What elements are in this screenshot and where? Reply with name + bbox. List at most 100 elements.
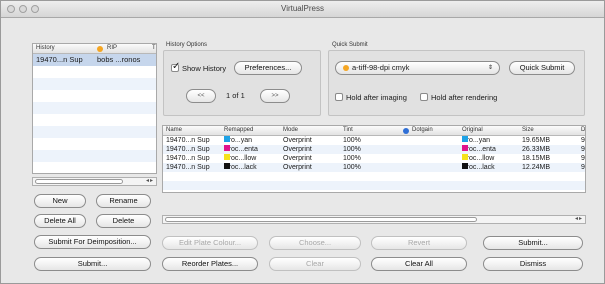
history-empty-row xyxy=(33,102,156,114)
separation-remapped-cell: Proc...llow xyxy=(224,154,256,163)
separation-row[interactable]: 19470...n Sup Proc...enta Overprint 100% Pro… xyxy=(163,145,585,154)
history-row[interactable]: 19470...n Sup bobs ...ronos xyxy=(33,54,156,66)
separation-empty-row xyxy=(163,181,585,190)
separation-d-cell: 9 xyxy=(581,163,585,172)
show-history-checkbox[interactable]: ✓ xyxy=(171,61,181,72)
separation-mode-cell: Overprint xyxy=(283,154,312,163)
history-column-header[interactable]: History xyxy=(36,45,55,51)
preferences-button[interactable]: Preferences... xyxy=(234,61,302,75)
reorder-plates-button[interactable]: Reorder Plates... xyxy=(162,257,258,271)
revert-button[interactable]: Revert xyxy=(371,236,467,250)
separation-d-cell: 9 xyxy=(581,154,585,163)
separation-size-cell-text: 19.65MB xyxy=(522,137,551,144)
separation-mode-cell: Overprint xyxy=(283,145,312,154)
show-history-label[interactable]: Show History xyxy=(182,64,226,73)
rename-button[interactable]: Rename xyxy=(96,194,151,208)
choose-button[interactable]: Choose... xyxy=(269,236,361,250)
separation-name-cell-text: 19470...n Sup xyxy=(166,164,210,171)
separation-mode-cell-text: Overprint xyxy=(283,155,312,162)
tint-column-header[interactable]: Tint xyxy=(343,127,353,133)
delete-all-button[interactable]: Delete All xyxy=(34,214,86,228)
separation-d-cell-text: 9 xyxy=(581,137,585,144)
new-button[interactable]: New xyxy=(34,194,86,208)
rip-column-header[interactable]: RIP xyxy=(107,45,117,51)
separation-size-cell: 18.15MB xyxy=(522,154,550,163)
separation-original-cell: Proc...enta xyxy=(462,145,496,154)
size-column-header[interactable]: Size xyxy=(522,127,534,133)
name-column-header[interactable]: Name xyxy=(166,127,182,133)
separation-d-cell: 9 xyxy=(581,145,585,154)
hold-after-rendering-label[interactable]: Hold after rendering xyxy=(431,93,497,102)
separation-mode-cell-text: Overprint xyxy=(283,137,312,144)
separation-original-cell: Proc...lack xyxy=(462,163,495,172)
history-row-rip: bobs ...ronos xyxy=(97,55,141,64)
separations-table[interactable]: Name Remapped Mode Tint Dotgain Original… xyxy=(162,125,586,193)
separation-tint-cell: 100% xyxy=(343,145,361,154)
quick-submit-preset-select[interactable]: a-tiff-98-dpi cmyk ⇕ xyxy=(335,61,500,75)
separation-row[interactable]: 19470...n Sup Proc...lack Overprint 100% Pro… xyxy=(163,163,585,172)
checkmark-icon: ✓ xyxy=(172,61,181,72)
remapped-column-header[interactable]: Remapped xyxy=(224,127,253,133)
separations-horizontal-scrollbar[interactable]: ◂▸ xyxy=(162,215,586,224)
submit-history-button[interactable]: Submit... xyxy=(34,257,151,271)
separation-name-cell: 19470...n Sup xyxy=(166,154,210,163)
separation-d-cell-text: 9 xyxy=(581,155,585,162)
rip-status-dot-icon xyxy=(97,46,103,52)
d-column-header[interactable]: D xyxy=(581,127,585,133)
clear-button[interactable]: Clear xyxy=(269,257,361,271)
clear-all-button[interactable]: Clear All xyxy=(371,257,467,271)
separation-empty-row xyxy=(163,172,585,181)
dotgain-column-header[interactable]: Dotgain xyxy=(412,127,433,133)
history-table[interactable]: History RIP T 19470...n Sup bobs ...rono… xyxy=(32,43,157,174)
dismiss-button[interactable]: Dismiss xyxy=(483,257,583,271)
hold-after-imaging-label[interactable]: Hold after imaging xyxy=(346,93,407,102)
separation-original-cell: Pro...yan xyxy=(462,136,490,145)
separation-remapped-cell: Proc...enta xyxy=(224,145,258,154)
t-column-header[interactable]: T xyxy=(152,45,156,51)
separations-rows: 19470...n Sup Pro...yan Overprint 100% Pro..… xyxy=(163,136,585,190)
virtualpress-window: VirtualPress History RIP T 19470...n Sup… xyxy=(0,0,605,284)
separations-scroll-thumb[interactable] xyxy=(165,217,477,222)
separation-row[interactable]: 19470...n Sup Pro...yan Overprint 100% Pro..… xyxy=(163,136,585,145)
separation-name-cell: 19470...n Sup xyxy=(166,136,210,145)
separation-d-cell: 9 xyxy=(581,136,585,145)
separation-name-cell-text: 19470...n Sup xyxy=(166,146,210,153)
history-scroll-thumb[interactable] xyxy=(35,179,123,184)
color-swatch-icon xyxy=(462,163,468,169)
separation-row[interactable]: 19470...n Sup Proc...llow Overprint 100% Pro… xyxy=(163,154,585,163)
history-empty-row xyxy=(33,90,156,102)
edit-plate-colour-button[interactable]: Edit Plate Colour... xyxy=(162,236,258,250)
separation-name-cell-text: 19470...n Sup xyxy=(166,137,210,144)
color-swatch-icon xyxy=(462,145,468,151)
original-column-header[interactable]: Original xyxy=(462,127,483,133)
scroll-arrows-icon[interactable]: ◂▸ xyxy=(575,215,583,222)
history-options-label: History Options xyxy=(166,42,208,48)
separation-d-cell-text: 9 xyxy=(581,146,585,153)
separation-mode-cell: Overprint xyxy=(283,136,312,145)
mode-column-header[interactable]: Mode xyxy=(283,127,298,133)
separation-tint-cell-text: 100% xyxy=(343,164,361,171)
next-page-button[interactable]: >> xyxy=(260,89,290,103)
title-bar: VirtualPress xyxy=(1,1,604,18)
separations-table-header: Name Remapped Mode Tint Dotgain Original… xyxy=(163,126,585,136)
history-empty-row xyxy=(33,78,156,90)
separation-size-cell-text: 18.15MB xyxy=(522,155,551,162)
separation-mode-cell-text: Overprint xyxy=(283,146,312,153)
hold-after-rendering-checkbox[interactable] xyxy=(420,93,428,101)
history-horizontal-scrollbar[interactable]: ◂▸ xyxy=(32,177,157,186)
color-swatch-icon xyxy=(462,136,468,142)
delete-button[interactable]: Delete xyxy=(96,214,151,228)
separation-mode-cell-text: Overprint xyxy=(283,164,312,171)
separation-tint-cell: 100% xyxy=(343,154,361,163)
separation-remapped-cell: Pro...yan xyxy=(224,136,252,145)
submit-button[interactable]: Submit... xyxy=(483,236,583,250)
hold-after-imaging-checkbox[interactable] xyxy=(335,93,343,101)
previous-page-button[interactable]: << xyxy=(186,89,216,103)
quick-submit-button[interactable]: Quick Submit xyxy=(509,61,575,75)
history-table-header: History RIP T xyxy=(33,44,156,54)
scroll-arrows-icon[interactable]: ◂▸ xyxy=(146,177,154,184)
color-swatch-icon xyxy=(462,154,468,160)
submit-for-deimposition-button[interactable]: Submit For Deimposition... xyxy=(34,235,151,249)
separation-tint-cell: 100% xyxy=(343,163,361,172)
separation-original-cell: Proc...llow xyxy=(462,154,494,163)
